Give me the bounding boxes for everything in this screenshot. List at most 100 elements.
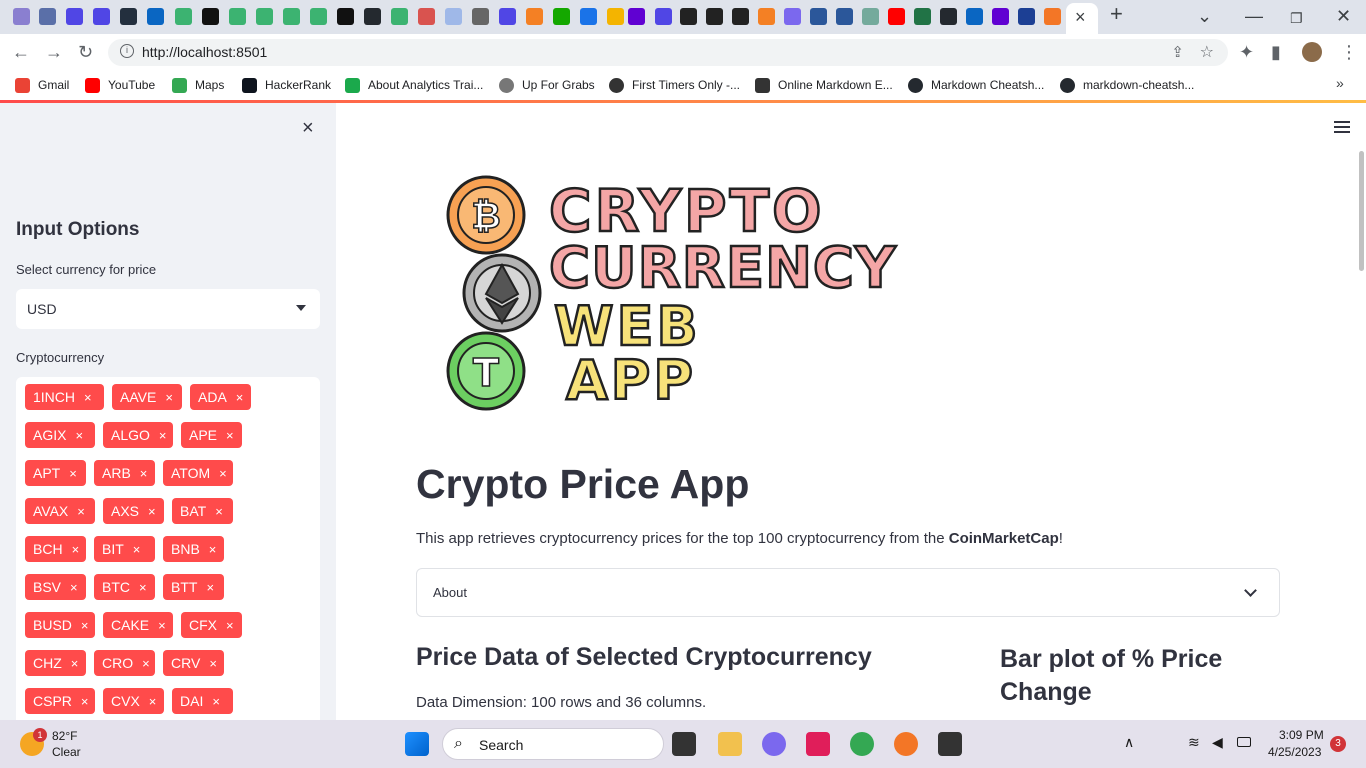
chip-remove-icon[interactable]: × [219, 466, 227, 481]
clock-date[interactable]: 4/25/2023 [1268, 745, 1321, 759]
volume-icon[interactable]: ◀ [1212, 734, 1223, 751]
slack-icon[interactable] [806, 732, 830, 756]
bookmark-first-timers[interactable]: First Timers Only -... [609, 76, 740, 94]
crypto-chip[interactable]: CFX × [181, 612, 242, 638]
tab-search-icon[interactable]: ⌄ [1197, 6, 1212, 26]
tab-favicon[interactable] [445, 8, 462, 25]
bookmark-markdown-editor[interactable]: Online Markdown E... [755, 76, 893, 94]
tab-favicon[interactable] [147, 8, 164, 25]
tab-favicon[interactable] [283, 8, 300, 25]
tab-favicon[interactable] [680, 8, 697, 25]
chip-remove-icon[interactable]: × [209, 542, 217, 557]
chip-remove-icon[interactable]: × [81, 618, 89, 633]
crypto-chip[interactable]: CRO × [94, 650, 155, 676]
taskbar-search[interactable]: ⌕ Search [442, 728, 664, 760]
chip-remove-icon[interactable]: × [81, 694, 89, 709]
chip-remove-icon[interactable]: × [212, 694, 220, 709]
tab-favicon[interactable] [553, 8, 570, 25]
tab-favicon[interactable] [810, 8, 827, 25]
tab-favicon[interactable] [499, 8, 516, 25]
crypto-chip[interactable]: AVAX × [25, 498, 95, 524]
task-view-icon[interactable] [672, 732, 696, 756]
close-sidebar-button[interactable]: × [302, 117, 314, 140]
restore-icon[interactable]: ❐ [1290, 8, 1303, 28]
chip-remove-icon[interactable]: × [133, 542, 141, 557]
bookmark-up-for-grabs[interactable]: Up For Grabs [499, 76, 595, 94]
tab-favicon[interactable] [364, 8, 381, 25]
chip-remove-icon[interactable]: × [70, 580, 78, 595]
tab-favicon[interactable] [888, 8, 905, 25]
tab-favicon[interactable] [175, 8, 192, 25]
bookmark-youtube[interactable]: YouTube [85, 76, 155, 94]
bookmark-markdown-cheatsheet-2[interactable]: markdown-cheatsh... [1060, 76, 1194, 94]
crypto-chip[interactable]: ATOM × [163, 460, 233, 486]
chip-remove-icon[interactable]: × [71, 656, 79, 671]
tab-favicon[interactable] [655, 8, 672, 25]
tab-favicon[interactable] [580, 8, 597, 25]
notification-badge[interactable]: 3 [1330, 736, 1346, 752]
back-icon[interactable]: ← [12, 42, 30, 62]
chip-remove-icon[interactable]: × [226, 618, 234, 633]
chip-remove-icon[interactable]: × [206, 580, 214, 595]
tab-favicon[interactable] [229, 8, 246, 25]
crypto-chip[interactable]: APE × [181, 422, 242, 448]
tab-favicon[interactable] [120, 8, 137, 25]
chip-remove-icon[interactable]: × [139, 580, 147, 595]
tab-favicon[interactable] [607, 8, 624, 25]
terminal-icon[interactable] [938, 732, 962, 756]
crypto-chip[interactable]: AXS × [103, 498, 164, 524]
tab-favicon[interactable] [472, 8, 489, 25]
tab-favicon[interactable] [784, 8, 801, 25]
tab-favicon[interactable] [992, 8, 1009, 25]
copilot-icon[interactable] [762, 732, 786, 756]
chip-remove-icon[interactable]: × [142, 656, 150, 671]
chip-remove-icon[interactable]: × [84, 390, 92, 405]
tab-favicon[interactable] [914, 8, 931, 25]
tab-favicon[interactable] [337, 8, 354, 25]
clock-time[interactable]: 3:09 PM [1279, 728, 1324, 742]
tab-favicon[interactable] [202, 8, 219, 25]
chip-remove-icon[interactable]: × [226, 428, 234, 443]
chip-remove-icon[interactable]: × [72, 542, 80, 557]
crypto-chip[interactable]: AGIX × [25, 422, 95, 448]
minimize-icon[interactable]: — [1245, 6, 1263, 26]
tab-favicon[interactable] [732, 8, 749, 25]
crypto-chip[interactable]: CHZ × [25, 650, 86, 676]
chip-remove-icon[interactable]: × [165, 390, 173, 405]
chip-remove-icon[interactable]: × [69, 466, 77, 481]
forward-icon[interactable]: → [45, 42, 63, 62]
jupyter-icon[interactable] [894, 732, 918, 756]
chip-remove-icon[interactable]: × [158, 618, 166, 633]
tab-favicon[interactable] [13, 8, 30, 25]
tab-favicon[interactable] [391, 8, 408, 25]
tab-favicon[interactable] [862, 8, 879, 25]
crypto-chip[interactable]: BSV × [25, 574, 86, 600]
crypto-chip[interactable]: BIT × [94, 536, 155, 562]
active-tab[interactable]: × [1066, 3, 1098, 34]
crypto-chip[interactable]: 1INCH × [25, 384, 104, 410]
profile-avatar[interactable] [1302, 42, 1322, 62]
chip-remove-icon[interactable]: × [159, 428, 167, 443]
bookmark-maps[interactable]: Maps [172, 76, 224, 94]
close-tab-icon[interactable]: × [1075, 7, 1086, 28]
menu-icon[interactable]: ⋮ [1340, 42, 1358, 62]
currency-select[interactable]: USD [16, 289, 320, 329]
window-close-icon[interactable]: ✕ [1336, 6, 1351, 26]
about-expander[interactable]: About [416, 568, 1280, 617]
tab-favicon[interactable] [940, 8, 957, 25]
chip-remove-icon[interactable]: × [77, 504, 85, 519]
bookmark-star-icon[interactable]: ☆ [1200, 42, 1214, 62]
tab-favicon[interactable] [418, 8, 435, 25]
crypto-chip[interactable]: APT × [25, 460, 86, 486]
bookmark-analytics[interactable]: About Analytics Trai... [345, 76, 483, 94]
tab-favicon[interactable] [628, 8, 645, 25]
tab-favicon[interactable] [966, 8, 983, 25]
crypto-chip[interactable]: BTT × [163, 574, 224, 600]
bookmark-gmail[interactable]: Gmail [15, 76, 69, 94]
crypto-chip[interactable]: CRV × [163, 650, 224, 676]
scrollbar-thumb[interactable] [1359, 151, 1364, 271]
tab-favicon[interactable] [310, 8, 327, 25]
site-info-icon[interactable]: i [120, 44, 134, 58]
chip-remove-icon[interactable]: × [215, 504, 223, 519]
tab-favicon[interactable] [66, 8, 83, 25]
